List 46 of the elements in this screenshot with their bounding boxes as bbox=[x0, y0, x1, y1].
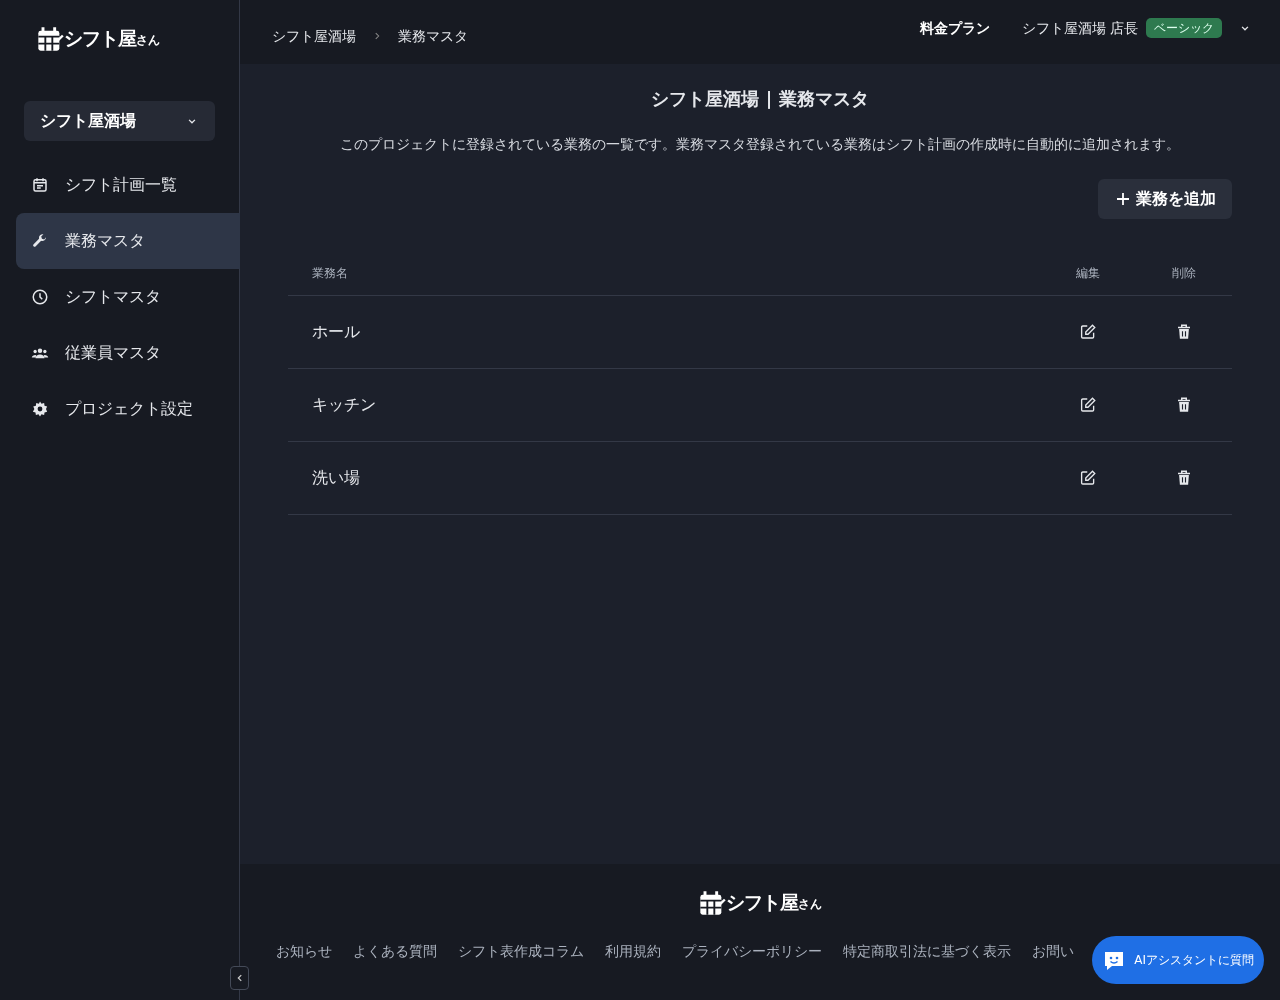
assistant-button[interactable]: AIアシスタントに質問 bbox=[1092, 936, 1264, 984]
footer-link[interactable]: シフト表作成コラム bbox=[458, 940, 584, 962]
wrench-icon bbox=[31, 231, 49, 250]
sidebar-item[interactable]: プロジェクト設定 bbox=[16, 380, 240, 437]
clock-icon bbox=[31, 287, 49, 306]
footer-link[interactable]: プライバシーポリシー bbox=[682, 940, 822, 962]
trash-icon[interactable] bbox=[1175, 322, 1193, 341]
footer-link[interactable]: お問い bbox=[1032, 940, 1074, 962]
breadcrumb-link[interactable]: シフト屋酒場 bbox=[272, 25, 356, 47]
sidebar-item[interactable]: 従業員マスタ bbox=[16, 324, 240, 381]
task-name: キッチン bbox=[312, 394, 376, 414]
column-header: 削除 bbox=[1172, 264, 1196, 282]
footer-link[interactable]: 利用規約 bbox=[605, 940, 661, 962]
trash-icon[interactable] bbox=[1175, 468, 1193, 487]
logo-text: シフト屋 bbox=[726, 890, 798, 915]
footer-link[interactable]: 特定商取引法に基づく表示 bbox=[843, 940, 1011, 962]
column-header: 編集 bbox=[1076, 264, 1100, 282]
logo-text: さん bbox=[136, 32, 160, 49]
edit-icon[interactable] bbox=[1079, 468, 1097, 487]
collapse-button[interactable] bbox=[230, 966, 249, 990]
plan-badge: ベーシック bbox=[1146, 18, 1222, 38]
logo-text: さん bbox=[798, 896, 822, 913]
chevron-right-icon bbox=[372, 31, 382, 41]
edit-icon[interactable] bbox=[1079, 395, 1097, 414]
trash-icon[interactable] bbox=[1175, 395, 1193, 414]
footer-link[interactable]: お知らせ bbox=[276, 940, 332, 962]
calendar-icon bbox=[31, 175, 49, 194]
calendar-logo-icon bbox=[698, 888, 726, 917]
add-button[interactable]: 業務を追加 bbox=[1098, 178, 1232, 219]
calendar-logo-icon bbox=[36, 24, 64, 53]
column-header: 業務名 bbox=[312, 265, 348, 280]
sidebar-item[interactable]: 業務マスタ bbox=[16, 212, 240, 269]
project-dropdown[interactable]: シフト屋酒場 bbox=[24, 100, 215, 141]
page-title: シフト屋酒場 | 業務マスタ bbox=[650, 88, 870, 110]
logo-text: シフト屋 bbox=[64, 26, 136, 51]
pricing-link[interactable]: 料金プラン bbox=[919, 17, 990, 39]
edit-icon[interactable] bbox=[1079, 322, 1097, 341]
footer-link[interactable]: よくある質問 bbox=[353, 940, 437, 962]
sidebar-item[interactable]: シフト計画一覧 bbox=[16, 156, 240, 213]
task-name: 洗い場 bbox=[312, 467, 360, 487]
page-description: このプロジェクトに登録されている業務の一覧です。業務マスタ登録されている業務はシフト計画の作成時に自動的に追加されます。 bbox=[339, 134, 1181, 154]
sidebar-item[interactable]: シフトマスタ bbox=[16, 268, 240, 325]
task-name: ホール bbox=[312, 321, 360, 341]
user-name: シフト屋酒場 店長 bbox=[1021, 18, 1138, 38]
gear-icon bbox=[31, 399, 49, 418]
breadcrumb-link[interactable]: 業務マスタ bbox=[398, 25, 468, 47]
